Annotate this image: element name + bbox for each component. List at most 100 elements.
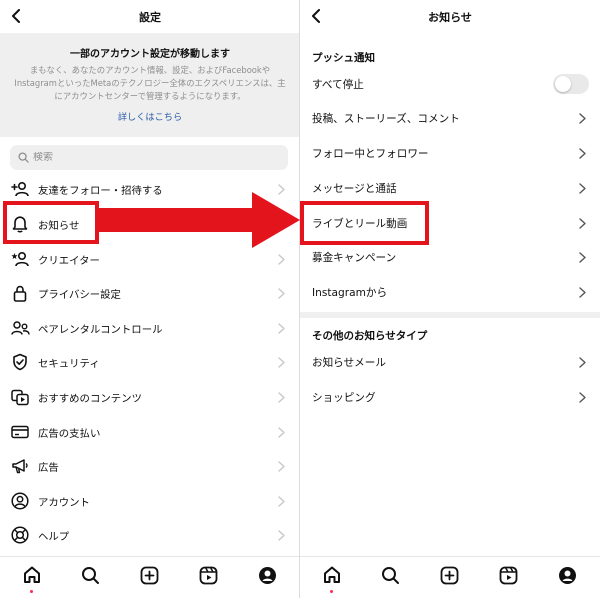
chevron-right-icon <box>579 286 586 298</box>
tab-reels[interactable] <box>197 564 219 586</box>
settings-item-label: アカウント <box>38 496 90 509</box>
help-lifebuoy-icon <box>10 525 30 545</box>
pause-all-label: すべて停止 <box>312 78 364 91</box>
search-icon <box>381 566 399 584</box>
tab-home[interactable] <box>321 564 343 593</box>
tab-search[interactable] <box>379 564 401 586</box>
account-settings-notice: 一部のアカウント設定が移動します まもなく、あなたのアカウント情報、設定、および… <box>0 33 300 137</box>
chevron-right-icon <box>278 287 285 299</box>
notif-item-label: 投稿、ストーリーズ、コメント <box>312 112 460 125</box>
page-title: お知らせ <box>428 10 472 24</box>
settings-item-label: おすすめのコンテンツ <box>38 392 142 405</box>
bottom-tab-bar <box>0 556 300 598</box>
settings-item-ad-payments[interactable]: 広告の支払い <box>0 415 299 449</box>
learn-more-link[interactable]: 詳しくはこちら <box>118 109 182 123</box>
push-notifications-heading: プッシュ通知 <box>312 52 375 64</box>
settings-item-account[interactable]: アカウント <box>0 484 299 518</box>
chevron-right-icon <box>278 253 285 265</box>
profile-icon <box>258 566 276 584</box>
settings-item-ads[interactable]: 広告 <box>0 449 299 483</box>
notification-dot <box>330 590 333 593</box>
chevron-right-icon <box>278 391 285 403</box>
chevron-right-icon <box>579 217 586 229</box>
settings-item-label: プライバシー設定 <box>38 288 121 301</box>
settings-item-security[interactable]: セキュリティ <box>0 345 299 379</box>
chevron-right-icon <box>278 495 285 507</box>
chevron-left-icon <box>312 9 320 23</box>
lock-icon <box>10 283 30 303</box>
notice-title: 一部のアカウント設定が移動します <box>70 49 230 60</box>
notifications-panel: お知らせ プッシュ通知 すべて停止 投稿、ストーリーズ、コメント フォロー中とフ… <box>300 0 600 598</box>
notif-item-from-instagram[interactable]: Instagramから <box>300 275 600 309</box>
notif-item-fundraisers[interactable]: 募金キャンペーン <box>300 240 600 274</box>
bottom-tab-bar <box>300 556 600 598</box>
section-divider <box>300 312 600 318</box>
chevron-right-icon <box>278 426 285 438</box>
settings-item-suggested-content[interactable]: おすすめのコンテンツ <box>0 380 299 414</box>
tab-home[interactable] <box>21 564 43 593</box>
pause-all-toggle[interactable] <box>553 74 589 94</box>
chevron-right-icon <box>579 391 586 403</box>
other-notifications-heading: その他のお知らせタイプ <box>312 330 428 342</box>
settings-item-label: 広告の支払い <box>38 427 101 440</box>
notification-dot <box>30 590 33 593</box>
create-icon <box>440 566 458 584</box>
megaphone-icon <box>10 456 30 476</box>
notif-item-following-followers[interactable]: フォロー中とフォロワー <box>300 136 600 170</box>
create-icon <box>140 566 158 584</box>
notif-item-posts-stories-comments[interactable]: 投稿、ストーリーズ、コメント <box>300 101 600 135</box>
highlight-box-notifications <box>3 201 99 244</box>
notif-item-label: メッセージと通話 <box>312 182 397 195</box>
tab-search[interactable] <box>79 564 101 586</box>
add-person-icon <box>10 179 30 199</box>
settings-header: 設定 <box>0 0 300 33</box>
account-icon <box>10 491 30 511</box>
chevron-left-icon <box>12 9 20 23</box>
search-input[interactable] <box>33 152 263 163</box>
profile-icon <box>558 566 576 584</box>
settings-panel: 設定 一部のアカウント設定が移動します まもなく、あなたのアカウント情報、設定、… <box>0 0 300 598</box>
notif-item-label: ショッピング <box>312 391 376 404</box>
settings-item-parental[interactable]: ペアレンタルコントロール <box>0 311 299 345</box>
chevron-right-icon <box>278 322 285 334</box>
chevron-right-icon <box>579 147 586 159</box>
chevron-right-icon <box>579 251 586 263</box>
creator-icon <box>10 249 30 269</box>
tab-profile[interactable] <box>256 564 278 586</box>
back-button[interactable] <box>306 6 326 26</box>
red-arrow-annotation <box>96 192 300 248</box>
settings-item-label: セキュリティ <box>38 357 100 370</box>
settings-item-label: ヘルプ <box>38 530 70 543</box>
notice-body: まもなく、あなたのアカウント情報、設定、およびFacebookやInstagra… <box>14 65 286 101</box>
search-bar[interactable] <box>10 145 288 170</box>
tab-reels[interactable] <box>497 564 519 586</box>
family-icon <box>10 318 30 338</box>
settings-item-help[interactable]: ヘルプ <box>0 518 299 552</box>
notif-item-label: フォロー中とフォロワー <box>312 147 429 160</box>
chevron-right-icon <box>579 356 586 368</box>
pause-all-row: すべて停止 <box>300 67 600 101</box>
suggested-content-icon <box>10 387 30 407</box>
settings-item-label: 広告 <box>38 461 59 474</box>
toggle-knob <box>555 76 571 92</box>
shield-icon <box>10 352 30 372</box>
settings-item-label: クリエイター <box>38 254 100 267</box>
home-icon <box>324 566 340 583</box>
notif-item-email[interactable]: お知らせメール <box>300 345 600 379</box>
chevron-right-icon <box>278 356 285 368</box>
notif-item-messages-calls[interactable]: メッセージと通話 <box>300 171 600 205</box>
tab-create[interactable] <box>438 564 460 586</box>
home-icon <box>24 566 40 583</box>
highlight-box-live-reels <box>300 201 429 245</box>
reels-icon <box>499 566 517 584</box>
tab-profile[interactable] <box>556 564 578 586</box>
chevron-right-icon <box>579 182 586 194</box>
notif-item-shopping[interactable]: ショッピング <box>300 380 600 414</box>
page-title: 設定 <box>139 10 161 24</box>
notif-item-label: Instagramから <box>312 286 388 299</box>
back-button[interactable] <box>6 6 26 26</box>
reels-icon <box>199 566 217 584</box>
settings-item-label: ペアレンタルコントロール <box>38 323 163 336</box>
tab-create[interactable] <box>138 564 160 586</box>
settings-item-privacy[interactable]: プライバシー設定 <box>0 276 299 310</box>
